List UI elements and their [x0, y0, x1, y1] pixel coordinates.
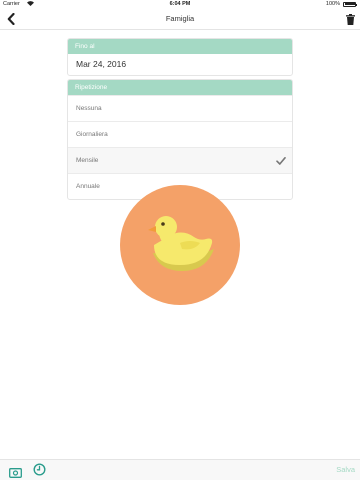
repeat-header: Ripetizione: [68, 80, 292, 95]
save-button[interactable]: Salva: [336, 465, 355, 474]
repeat-option-label: Annuale: [76, 183, 100, 190]
money-button[interactable]: [9, 465, 22, 478]
until-header: Fino al: [68, 39, 292, 54]
battery-icon: [343, 1, 358, 7]
clock-button[interactable]: [33, 463, 46, 476]
repeat-option-giornaliera[interactable]: Giornaliera: [68, 121, 292, 147]
status-time: 6:04 PM: [169, 1, 191, 7]
repeat-section: Ripetizione Nessuna Giornaliera Mensile …: [67, 79, 293, 200]
delete-button[interactable]: [343, 11, 357, 27]
repeat-option-nessuna[interactable]: Nessuna: [68, 95, 292, 121]
money-icon: [9, 468, 22, 478]
nav-bar: Famiglia: [0, 8, 360, 30]
bottom-toolbar: Salva: [0, 459, 360, 480]
mascot-circle: [120, 185, 240, 305]
repeat-option-label: Mensile: [76, 157, 99, 164]
repeat-option-mensile[interactable]: Mensile: [68, 147, 292, 173]
checkmark-icon: [276, 157, 286, 165]
battery-percent: 100%: [325, 1, 340, 7]
until-date-field[interactable]: Mar 24, 2016: [68, 54, 292, 75]
duck-icon: [148, 216, 214, 271]
until-section: Fino al Mar 24, 2016: [67, 38, 293, 76]
trash-icon: [345, 13, 355, 25]
page-title: Famiglia: [165, 14, 195, 23]
repeat-option-label: Giornaliera: [76, 131, 108, 138]
repeat-option-label: Nessuna: [76, 105, 102, 112]
clock-icon: [33, 463, 46, 476]
status-bar: Carrier 6:04 PM 100%: [0, 0, 360, 8]
